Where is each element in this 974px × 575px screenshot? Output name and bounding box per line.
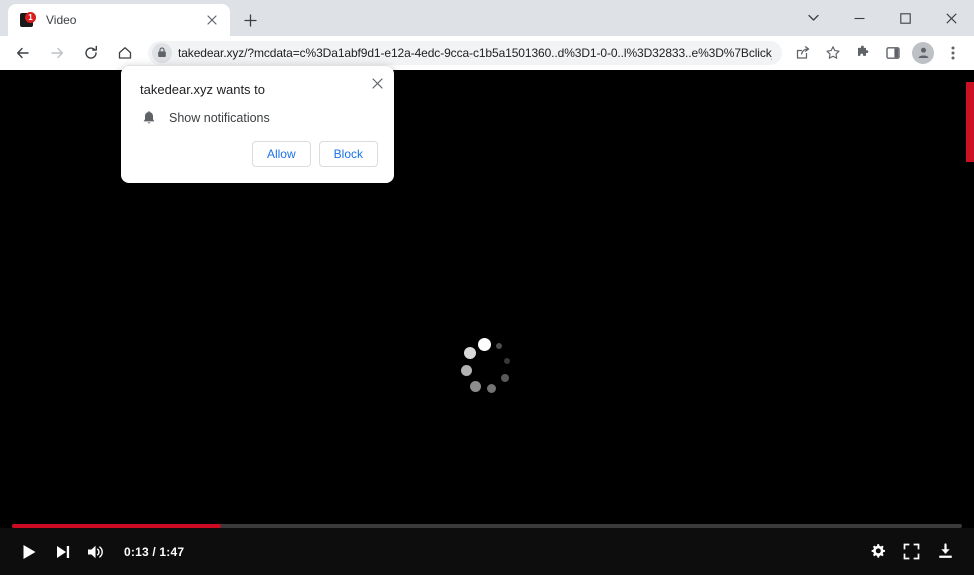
- close-icon[interactable]: [202, 10, 222, 30]
- volume-slider-edge[interactable]: [966, 82, 974, 162]
- next-video-button[interactable]: [46, 535, 80, 569]
- side-panel-icon[interactable]: [880, 40, 906, 66]
- share-icon[interactable]: [790, 40, 816, 66]
- dialog-actions: Allow Block: [121, 127, 394, 183]
- home-icon[interactable]: [111, 39, 139, 67]
- permission-row: Show notifications: [121, 99, 394, 127]
- browser-window: 1 Video takedear.xyz/?mcdata=c%3Da1abf9d…: [0, 0, 974, 575]
- address-bar-url: takedear.xyz/?mcdata=c%3Da1abf9d1-e12a-4…: [178, 45, 772, 60]
- block-button[interactable]: Block: [318, 141, 378, 167]
- play-button[interactable]: [12, 535, 46, 569]
- maximize-icon[interactable]: [882, 0, 928, 36]
- address-bar[interactable]: takedear.xyz/?mcdata=c%3Da1abf9d1-e12a-4…: [148, 40, 782, 65]
- minimize-icon[interactable]: [836, 0, 882, 36]
- bell-icon: [140, 109, 158, 127]
- dialog-title: takedear.xyz wants to: [140, 82, 266, 97]
- bookmark-star-icon[interactable]: [820, 40, 846, 66]
- dialog-close-icon[interactable]: [366, 72, 388, 94]
- fullscreen-icon[interactable]: [894, 535, 928, 569]
- video-badge-icon: 1: [20, 12, 36, 28]
- forward-arrow-icon: [43, 39, 71, 67]
- permission-label: Show notifications: [169, 111, 270, 125]
- extensions-puzzle-icon[interactable]: [850, 40, 876, 66]
- video-progress-bar[interactable]: [12, 524, 962, 528]
- video-time-display: 0:13 / 1:47: [124, 544, 185, 559]
- three-dot-menu-icon[interactable]: [940, 40, 966, 66]
- volume-button[interactable]: [80, 535, 114, 569]
- notification-permission-dialog: takedear.xyz wants to Show notifications…: [121, 66, 394, 183]
- video-progress-fill: [12, 524, 221, 528]
- tab-search-chevron-down-icon[interactable]: [790, 0, 836, 36]
- browser-tab[interactable]: 1 Video: [8, 4, 230, 36]
- close-window-icon[interactable]: [928, 0, 974, 36]
- browser-toolbar: takedear.xyz/?mcdata=c%3Da1abf9d1-e12a-4…: [0, 36, 974, 70]
- avatar: [912, 41, 934, 64]
- profile-avatar-icon[interactable]: [910, 40, 936, 66]
- video-player-controls: 0:13 / 1:47: [0, 524, 974, 575]
- download-icon[interactable]: [928, 535, 962, 569]
- loading-spinner: [459, 338, 523, 402]
- back-arrow-icon[interactable]: [9, 39, 37, 67]
- tab-strip: 1 Video: [0, 0, 974, 36]
- settings-gear-icon[interactable]: [860, 535, 894, 569]
- lock-icon[interactable]: [152, 42, 172, 63]
- reload-icon[interactable]: [77, 39, 105, 67]
- tab-title: Video: [46, 13, 77, 27]
- allow-button[interactable]: Allow: [251, 141, 311, 167]
- favicon-badge-count: 1: [28, 13, 33, 22]
- window-controls: [790, 0, 974, 36]
- new-tab-button[interactable]: [236, 6, 264, 34]
